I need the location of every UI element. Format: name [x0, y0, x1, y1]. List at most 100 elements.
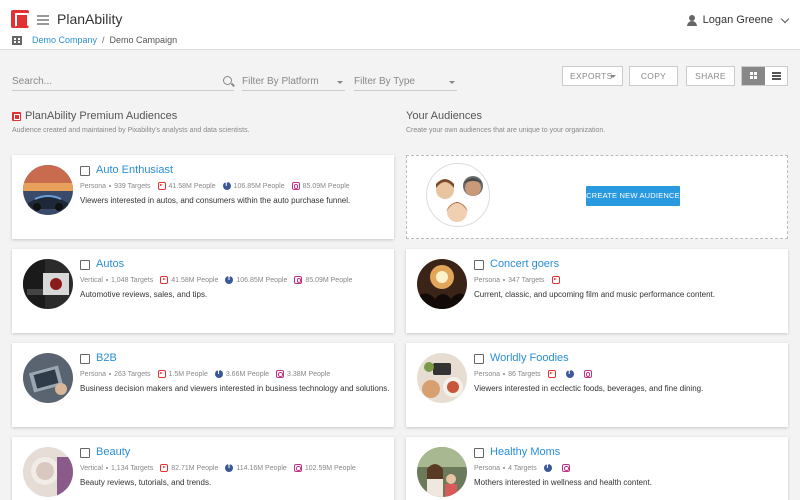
- audience-title[interactable]: Auto Enthusiast: [96, 164, 173, 176]
- instagram-reach: 102.59M People: [304, 464, 356, 472]
- caret-down-icon: [449, 81, 455, 84]
- youtube-reach: 41.58M People: [168, 182, 216, 190]
- audience-description: Viewers interested in autos, and consume…: [80, 196, 351, 205]
- search-icon[interactable]: [223, 76, 232, 85]
- breadcrumb-company-link[interactable]: Demo Company: [32, 35, 97, 45]
- audience-card-healthy-moms[interactable]: Healthy Moms Persona 4 Targets Mothers in…: [406, 437, 788, 500]
- audience-card-concert-goers[interactable]: Concert goers Persona 347 Targets Current…: [406, 249, 788, 333]
- list-icon: [771, 72, 781, 74]
- exports-button[interactable]: EXPORTS: [562, 66, 623, 86]
- app-header: PlanAbility Logan Greene Demo Company / …: [0, 0, 800, 50]
- youtube-icon: [160, 276, 169, 284]
- create-new-audience-button[interactable]: CREATE NEW AUDIENCE: [586, 186, 680, 206]
- audience-meta: Vertical 1,048 Targets 41.58M People 106.…: [80, 275, 352, 284]
- youtube-icon: [157, 182, 166, 190]
- facebook-icon: [222, 181, 231, 190]
- chevron-down-icon: [780, 14, 790, 23]
- grid-view-button[interactable]: [742, 67, 765, 85]
- your-section-subtitle: Create your own audiences that are uniqu…: [406, 127, 606, 134]
- select-checkbox[interactable]: [80, 354, 90, 364]
- user-icon: [686, 14, 697, 26]
- premium-section-subtitle: Audience created and maintained by Pixab…: [12, 127, 250, 134]
- audience-avatar: [23, 353, 73, 403]
- audience-type: Persona: [474, 276, 501, 284]
- your-section-title: Your Audiences: [406, 110, 483, 122]
- premium-section-title: PlanAbility Premium Audiences: [12, 110, 177, 122]
- facebook-reach: 114.16M People: [236, 464, 287, 472]
- planability-logo-icon[interactable]: [11, 10, 29, 28]
- audience-description: Automotive reviews, sales, and tips.: [80, 290, 208, 299]
- audience-title[interactable]: Worldly Foodies: [490, 352, 569, 364]
- audience-description: Viewers interested in ecclectic foods, b…: [474, 384, 704, 393]
- menu-icon[interactable]: [37, 15, 49, 25]
- select-checkbox[interactable]: [80, 260, 90, 270]
- select-checkbox[interactable]: [80, 448, 90, 458]
- audience-targets: 4 Targets: [508, 464, 537, 472]
- audience-card-worldly-foodies[interactable]: Worldly Foodies Persona 86 Targets Viewer…: [406, 343, 788, 427]
- facebook-icon: [565, 369, 574, 378]
- instagram-reach: 3.38M People: [287, 370, 331, 378]
- audience-meta: Persona 347 Targets: [474, 276, 563, 284]
- select-checkbox[interactable]: [80, 166, 90, 176]
- audience-targets: 263 Targets: [114, 370, 151, 378]
- youtube-icon: [551, 276, 560, 284]
- audience-card-b2b[interactable]: B2B Persona 263 Targets 1.5M People 3.66M…: [12, 343, 394, 427]
- breadcrumb: Demo Company / Demo Campaign: [12, 35, 177, 45]
- app-title: PlanAbility: [57, 11, 123, 27]
- create-audience-card: CREATE NEW AUDIENCE: [406, 155, 788, 239]
- copy-button[interactable]: COPY: [629, 66, 678, 86]
- youtube-reach: 1.5M People: [168, 370, 208, 378]
- facebook-icon: [225, 275, 234, 284]
- youtube-icon: [157, 370, 166, 378]
- instagram-icon: [293, 464, 302, 472]
- filter-type-select[interactable]: Filter By Type: [354, 73, 457, 91]
- audience-meta: Persona 939 Targets 41.58M People 106.85M…: [80, 181, 350, 190]
- audience-targets: 939 Targets: [114, 182, 151, 190]
- audience-title[interactable]: Concert goers: [490, 258, 559, 270]
- audience-avatar: [23, 165, 73, 215]
- breadcrumb-campaign: Demo Campaign: [109, 35, 178, 45]
- premium-title-text: PlanAbility Premium Audiences: [25, 110, 178, 122]
- instagram-icon: [561, 464, 570, 472]
- audience-targets: 347 Targets: [508, 276, 545, 284]
- audience-card-beauty[interactable]: Beauty Vertical 1,134 Targets 82.71M Peop…: [12, 437, 394, 500]
- audience-description: Current, classic, and upcoming film and …: [474, 290, 715, 299]
- audience-meta: Persona 4 Targets: [474, 463, 573, 472]
- audience-description: Business decision makers and viewers int…: [80, 384, 390, 393]
- instagram-icon: [276, 370, 285, 378]
- caret-down-icon: [337, 81, 343, 84]
- audience-title[interactable]: Beauty: [96, 446, 130, 458]
- audience-description: Mothers interested in wellness and healt…: [474, 478, 652, 487]
- filter-platform-label: Filter By Platform: [242, 76, 319, 87]
- search-input[interactable]: [12, 73, 212, 90]
- instagram-icon: [291, 182, 300, 190]
- audience-title[interactable]: B2B: [96, 352, 117, 364]
- list-view-button[interactable]: [765, 67, 788, 85]
- grid-icon: [750, 72, 753, 75]
- audience-type: Persona: [80, 370, 107, 378]
- select-checkbox[interactable]: [474, 260, 484, 270]
- audience-type: Persona: [474, 464, 501, 472]
- audience-title[interactable]: Healthy Moms: [490, 446, 560, 458]
- audience-card-autos[interactable]: Autos Vertical 1,048 Targets 41.58M Peopl…: [12, 249, 394, 333]
- user-menu[interactable]: Logan Greene: [686, 14, 790, 26]
- caret-down-icon: [610, 75, 616, 78]
- youtube-icon: [547, 370, 556, 378]
- audience-targets: 1,048 Targets: [110, 276, 154, 284]
- filter-platform-select[interactable]: Filter By Platform: [242, 73, 345, 91]
- audience-card-auto-enthusiast[interactable]: Auto Enthusiast Persona 939 Targets 41.58…: [12, 155, 394, 239]
- audience-avatar: [417, 259, 467, 309]
- audience-title[interactable]: Autos: [96, 258, 124, 270]
- select-checkbox[interactable]: [474, 448, 484, 458]
- share-button[interactable]: SHARE: [686, 66, 735, 86]
- facebook-icon: [225, 463, 234, 472]
- facebook-reach: 106.85M People: [236, 276, 288, 284]
- audience-type: Persona: [80, 182, 107, 190]
- view-toggle: [741, 66, 788, 86]
- audience-meta: Persona 263 Targets 1.5M People 3.66M Peo…: [80, 369, 331, 378]
- instagram-icon: [294, 276, 303, 284]
- facebook-icon: [543, 463, 552, 472]
- select-checkbox[interactable]: [474, 354, 484, 364]
- search-box: [12, 73, 234, 91]
- audience-meta: Persona 86 Targets: [474, 369, 595, 378]
